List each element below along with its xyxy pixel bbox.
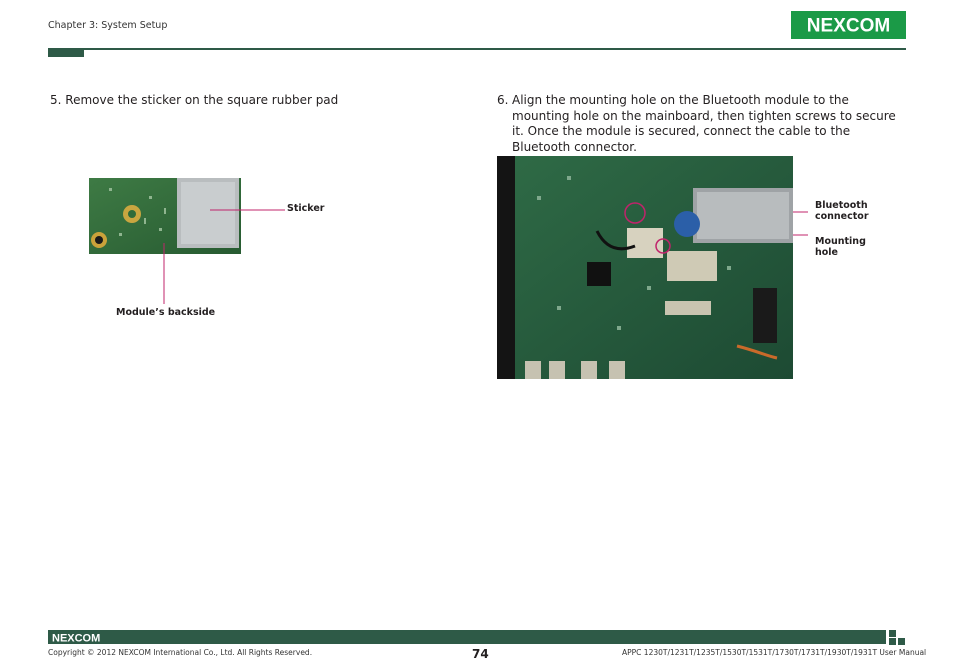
callout-bluetooth-connector: Bluetooth connector [815, 200, 869, 222]
step-6-number: 6. [497, 93, 509, 107]
step-6: 6. Align the mounting hole on the Blueto… [497, 93, 917, 155]
manual-title: APPC 1230T/1231T/1235T/1530T/1531T/1730T… [622, 648, 927, 657]
nexcom-logo: NEXCOM [791, 11, 906, 39]
header-tab [48, 48, 84, 57]
callout-connector-line2: connector [815, 211, 869, 222]
callout-mounting-line2: hole [815, 247, 838, 258]
bluetooth-module-backside-photo [89, 178, 241, 254]
footer-bar [48, 630, 886, 644]
callout-mounting-hole: Mounting hole [815, 236, 866, 258]
step-5-text: 5. Remove the sticker on the square rubb… [50, 93, 339, 107]
footer-logo-text: NEXCOM [52, 633, 100, 644]
header-rule [48, 48, 906, 50]
footer-copyright: Copyright © 2012 NEXCOM International Co… [48, 648, 313, 657]
logo-text: NEXCOM [807, 16, 890, 37]
callout-module-backside: Module’s backside [116, 307, 216, 318]
callout-connector-line1: Bluetooth [815, 200, 868, 211]
step-6-text: Align the mounting hole on the Bluetooth… [512, 93, 896, 154]
mainboard-photo [497, 156, 793, 379]
footer-corner-blocks [889, 630, 905, 645]
callout-sticker: Sticker [287, 203, 325, 214]
footer-nexcom-logo: NEXCOM [52, 633, 100, 644]
callout-mounting-line1: Mounting [815, 236, 866, 247]
page-number: 74 [472, 647, 489, 661]
chapter-title: Chapter 3: System Setup [48, 20, 168, 31]
